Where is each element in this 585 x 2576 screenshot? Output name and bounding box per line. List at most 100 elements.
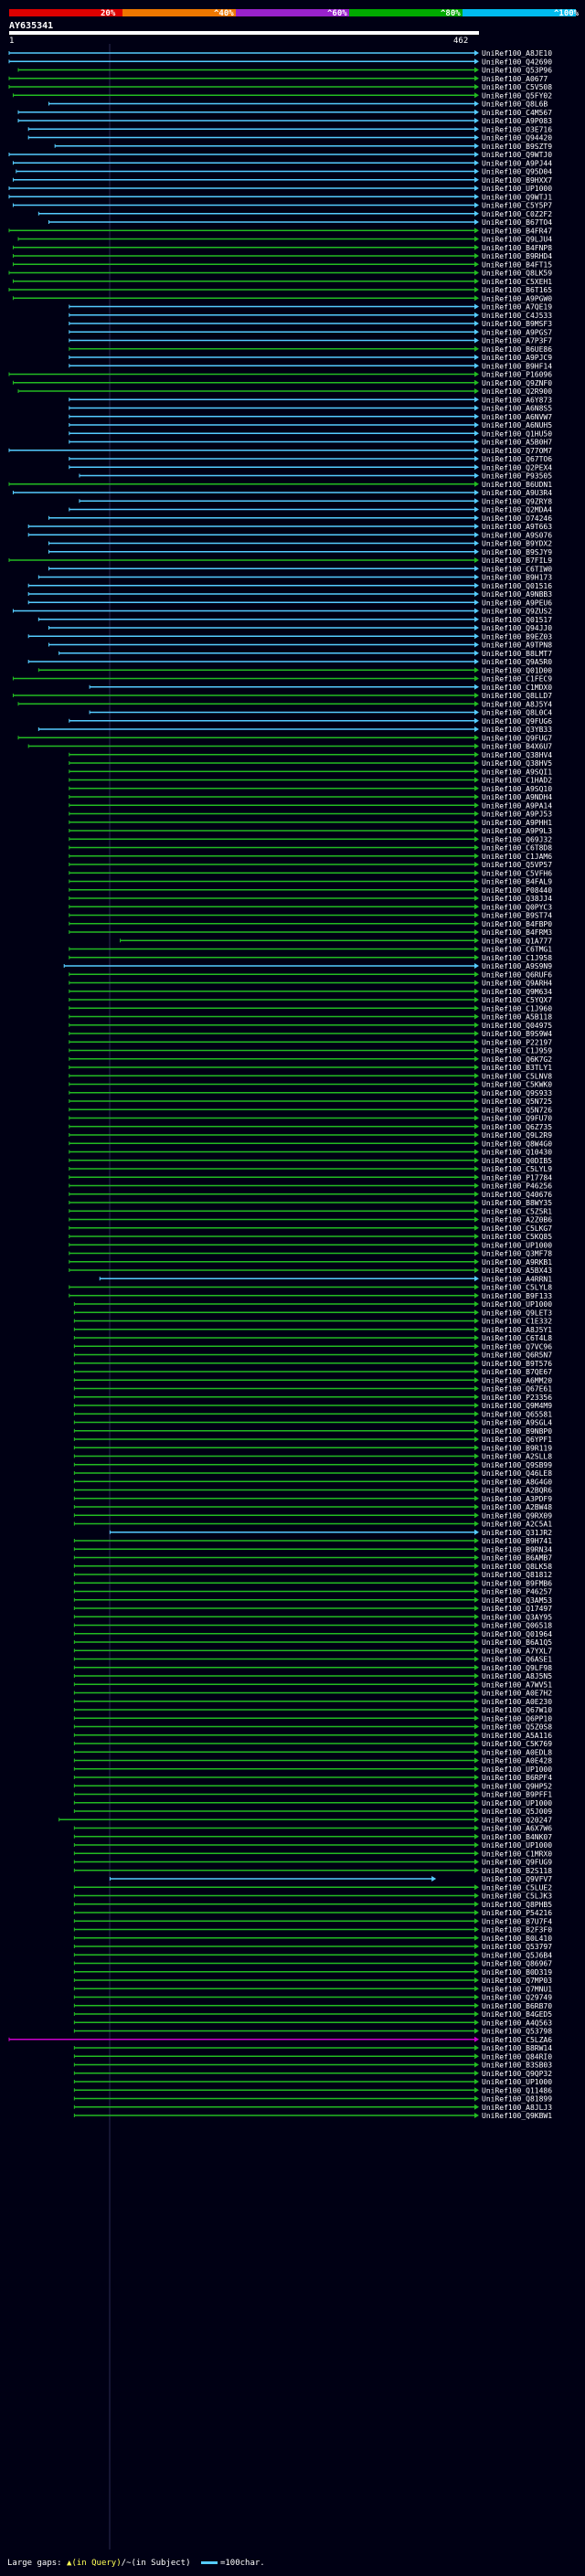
hit-label[interactable]: UniRef100_Q8LK58	[482, 1563, 552, 1571]
hit-label[interactable]: UniRef100_C1MRX0	[482, 1850, 552, 1858]
hit-label[interactable]: UniRef100_A7P3F7	[482, 337, 552, 345]
hit-label[interactable]: UniRef100_P54216	[482, 1909, 552, 1917]
hit-row[interactable]: UniRef100_B9RHD4	[12, 252, 552, 260]
hit-label[interactable]: UniRef100_C5LYL9	[482, 1165, 552, 1173]
hit-label[interactable]: UniRef100_B3SB03	[482, 2062, 552, 2070]
hit-row[interactable]: UniRef100_C5VFH6	[69, 869, 552, 877]
hit-label[interactable]: UniRef100_B6RB70	[482, 2002, 552, 2010]
hit-row[interactable]: UniRef100_C1MRX0	[73, 1850, 552, 1858]
hit-label[interactable]: UniRef100_B9PFF1	[482, 1791, 552, 1799]
hit-row[interactable]: UniRef100_A2BQR6	[73, 1487, 552, 1495]
hit-label[interactable]: UniRef100_B4FR47	[482, 227, 552, 235]
hit-label[interactable]: UniRef100_O74246	[482, 514, 552, 523]
hit-row[interactable]: UniRef100_B9RN34	[73, 1545, 552, 1553]
hit-label[interactable]: UniRef100_Q6K7G2	[482, 1055, 552, 1064]
hit-label[interactable]: UniRef100_B9H741	[482, 1537, 552, 1545]
hit-row[interactable]: UniRef100_Q77OM7	[8, 447, 552, 455]
hit-label[interactable]: UniRef100_B2S118	[482, 1867, 552, 1875]
hit-row[interactable]: UniRef100_Q9S933	[69, 1089, 552, 1097]
hit-label[interactable]: UniRef100_Q38HV5	[482, 759, 552, 768]
hit-label[interactable]: UniRef100_C0Z2F2	[482, 210, 552, 218]
hit-label[interactable]: UniRef100_A8JLJ3	[482, 2104, 552, 2112]
hit-label[interactable]: UniRef100_Q6R5N7	[482, 1352, 552, 1360]
hit-label[interactable]: UniRef100_Q9SB99	[482, 1461, 552, 1469]
hit-label[interactable]: UniRef100_Q04975	[482, 1022, 552, 1030]
hit-label[interactable]: UniRef100_C5LKG7	[482, 1224, 552, 1233]
hit-row[interactable]: UniRef100_Q1HU50	[69, 429, 552, 438]
hit-row[interactable]: UniRef100_A4RRN1	[99, 1275, 552, 1283]
hit-row[interactable]: UniRef100_UP1000	[73, 1841, 552, 1850]
hit-label[interactable]: UniRef100_Q01964	[482, 1630, 552, 1638]
hit-row[interactable]: UniRef100_Q9FU70	[69, 1115, 552, 1123]
hit-label[interactable]: UniRef100_A0E7H2	[482, 1690, 552, 1698]
hit-row[interactable]: UniRef100_B9HXX7	[12, 176, 552, 185]
hit-label[interactable]: UniRef100_Q2R900	[482, 387, 552, 396]
hit-label[interactable]: UniRef100_B9MSF3	[482, 320, 552, 328]
hit-row[interactable]: UniRef100_A5BX43	[69, 1267, 552, 1275]
hit-label[interactable]: UniRef100_B4FNP8	[482, 244, 552, 252]
hit-row[interactable]: UniRef100_C5LJK3	[73, 1892, 552, 1901]
hit-row[interactable]: UniRef100_Q9KBW1	[73, 2112, 552, 2120]
hit-label[interactable]: UniRef100_C1FEC9	[482, 675, 552, 684]
hit-row[interactable]: UniRef100_P23356	[73, 1394, 552, 1402]
hit-label[interactable]: UniRef100_Q67TO6	[482, 455, 552, 463]
hit-row[interactable]: UniRef100_B6UDN1	[8, 481, 552, 489]
hit-row[interactable]: UniRef100_Q9WTJ1	[8, 193, 552, 201]
hit-row[interactable]: UniRef100_Q6R5N7	[73, 1352, 552, 1360]
hit-label[interactable]: UniRef100_C1JAM6	[482, 853, 552, 861]
hit-row[interactable]: UniRef100_Q9LJU4	[17, 236, 552, 244]
hit-row[interactable]: UniRef100_B9HF14	[69, 362, 552, 370]
hit-row[interactable]: UniRef100_A8J5N5	[73, 1672, 552, 1680]
hit-label[interactable]: UniRef100_Q8W4G0	[482, 1140, 552, 1148]
hit-row[interactable]: UniRef100_A9SQ10	[69, 785, 552, 793]
hit-row[interactable]: UniRef100_A8JE10	[8, 49, 552, 58]
hit-row[interactable]: UniRef100_B9PFF1	[73, 1791, 552, 1799]
hit-label[interactable]: UniRef100_A2C5A1	[482, 1521, 552, 1529]
hit-label[interactable]: UniRef100_C6T4L8	[482, 1334, 552, 1342]
hit-label[interactable]: UniRef100_Q6ASE1	[482, 1656, 552, 1664]
hit-row[interactable]: UniRef100_Q9M634	[69, 988, 552, 996]
hit-row[interactable]: UniRef100_C6T4L8	[73, 1334, 552, 1342]
hit-row[interactable]: UniRef100_Q9HP52	[73, 1782, 552, 1790]
hit-row[interactable]: UniRef100_Q65581	[73, 1410, 552, 1418]
hit-row[interactable]: UniRef100_A9NDH4	[69, 793, 552, 801]
hit-label[interactable]: UniRef100_Q94420	[482, 134, 552, 143]
hit-label[interactable]: UniRef100_A9SQI1	[482, 768, 552, 776]
hit-label[interactable]: UniRef100_B9NBP0	[482, 1427, 552, 1436]
hit-label[interactable]: UniRef100_C4J533	[482, 312, 552, 320]
hit-label[interactable]: UniRef100_B9YDX2	[482, 540, 552, 548]
hit-label[interactable]: UniRef100_Q1HU50	[482, 429, 552, 438]
hit-row[interactable]: UniRef100_C5Z5R1	[69, 1207, 552, 1215]
hit-label[interactable]: UniRef100_B4FRM3	[482, 928, 552, 937]
hit-row[interactable]: UniRef100_C5KWK0	[69, 1081, 552, 1089]
hit-row[interactable]: UniRef100_Q53P96	[17, 67, 552, 75]
hit-label[interactable]: UniRef100_Q0PYC3	[482, 903, 552, 911]
hit-label[interactable]: UniRef100_Q5N725	[482, 1097, 552, 1106]
hit-row[interactable]: UniRef100_A9NBB3	[27, 590, 552, 599]
hit-label[interactable]: UniRef100_Q42690	[482, 58, 552, 66]
hit-row[interactable]: UniRef100_A5B118	[69, 1013, 552, 1022]
hit-row[interactable]: UniRef100_C5LZA6	[8, 2036, 552, 2044]
hit-row[interactable]: UniRef100_Q7MNU1	[73, 1985, 552, 1993]
hit-row[interactable]: UniRef100_A9TPN8	[48, 641, 552, 650]
hit-row[interactable]: UniRef100_A9P083	[17, 117, 552, 125]
hit-label[interactable]: UniRef100_Q9ZUS2	[482, 608, 552, 616]
hit-label[interactable]: UniRef100_A9PA14	[482, 801, 552, 810]
hit-label[interactable]: UniRef100_A9S076	[482, 531, 552, 539]
hit-row[interactable]: UniRef100_Q9ZRY8	[79, 497, 552, 505]
hit-row[interactable]: UniRef100_Q38HV5	[69, 759, 552, 768]
hit-label[interactable]: UniRef100_Q9S933	[482, 1089, 552, 1097]
hit-row[interactable]: UniRef100_A6MM20	[73, 1376, 552, 1384]
hit-row[interactable]: UniRef100_B8WY35	[69, 1199, 552, 1207]
hit-label[interactable]: UniRef100_Q38JJ4	[482, 895, 552, 903]
hit-row[interactable]: UniRef100_B7U7F4	[73, 1917, 552, 1925]
hit-row[interactable]: UniRef100_B4FR47	[8, 227, 552, 235]
hit-label[interactable]: UniRef100_Q53798	[482, 2028, 552, 2036]
hit-row[interactable]: UniRef100_C5LNV8	[69, 1072, 552, 1080]
hit-label[interactable]: UniRef100_P16096	[482, 371, 552, 379]
hit-label[interactable]: UniRef100_C1HAD2	[482, 777, 552, 785]
hit-label[interactable]: UniRef100_Q9M4M9	[482, 1402, 552, 1410]
hit-label[interactable]: UniRef100_Q9LJU4	[482, 236, 552, 244]
hit-label[interactable]: UniRef100_Q6YPF1	[482, 1436, 552, 1444]
hit-row[interactable]: UniRef100_B4FBP0	[69, 920, 552, 928]
